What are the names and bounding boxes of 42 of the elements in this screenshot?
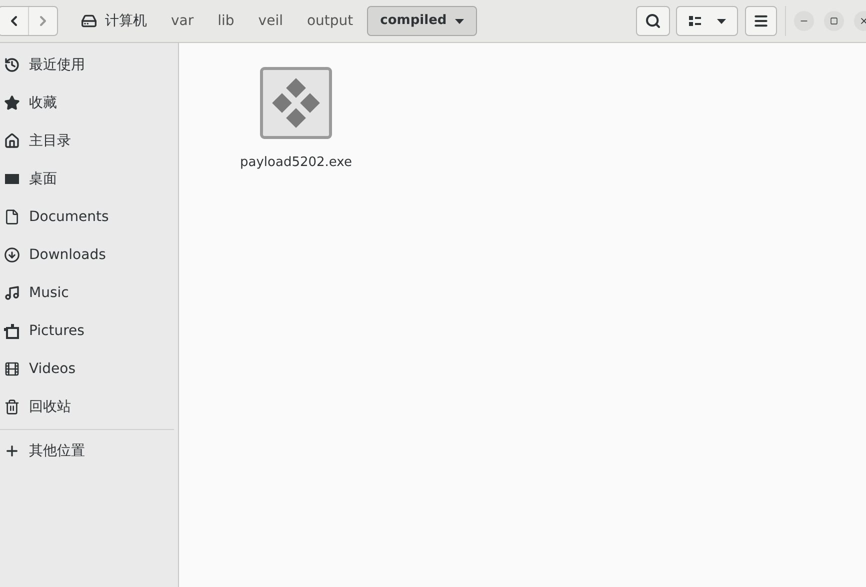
dropdown-icon [454, 18, 464, 24]
search-icon [645, 13, 661, 29]
sidebar-item[interactable]: Downloads [0, 236, 178, 274]
maximize-icon [830, 17, 838, 25]
sidebar-item[interactable]: 主目录 [0, 122, 178, 160]
breadcrumb[interactable]: veil [248, 6, 293, 36]
menu-icon [753, 13, 769, 29]
file-item[interactable]: payload5202.exe [239, 67, 353, 172]
film-icon [4, 361, 20, 377]
sidebar-item[interactable]: 其他位置 [0, 430, 178, 472]
sidebar-item[interactable]: Pictures [0, 312, 178, 350]
sidebar-item[interactable]: 最近使用 [0, 46, 178, 84]
desktop-icon [4, 171, 20, 187]
breadcrumb[interactable]: compiled [367, 6, 477, 36]
sidebar-item[interactable]: Documents [0, 198, 178, 236]
plus-icon [4, 443, 20, 459]
star-icon [4, 95, 20, 111]
sidebar-item[interactable]: 收藏 [0, 84, 178, 122]
trash-icon [4, 399, 20, 415]
view-options-button[interactable] [676, 6, 738, 36]
clock-icon [4, 57, 20, 73]
dropdown-icon [716, 18, 726, 24]
breadcrumb[interactable]: output [296, 6, 364, 36]
home-icon [4, 133, 20, 149]
list-view-icon [688, 16, 700, 26]
sidebar-item[interactable]: 回收站 [0, 388, 178, 426]
executable-file-icon [260, 67, 332, 139]
drive-icon [81, 13, 97, 29]
breadcrumb[interactable]: 计算机 [71, 6, 157, 36]
sidebar-item[interactable]: 桌面 [0, 160, 178, 198]
search-button[interactable] [636, 6, 670, 36]
sidebar-item[interactable]: Videos [0, 350, 178, 388]
picture-frame-icon [4, 323, 20, 339]
maximize-button[interactable] [824, 11, 844, 31]
breadcrumb[interactable]: lib [208, 6, 244, 36]
download-icon [4, 247, 20, 263]
breadcrumb[interactable]: var [161, 6, 204, 36]
music-note-icon [4, 285, 20, 301]
close-icon [859, 16, 866, 26]
document-icon [4, 209, 20, 225]
menu-button[interactable] [745, 6, 777, 36]
sidebar-item[interactable]: Music [0, 274, 178, 312]
